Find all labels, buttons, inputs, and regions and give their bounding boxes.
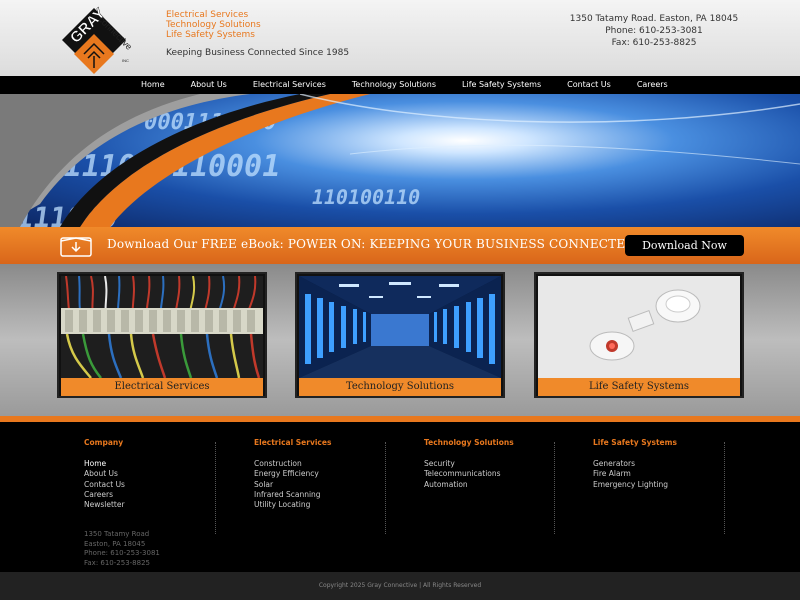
footer-col-company: Company Home About Us Contact Us Careers…: [84, 438, 234, 510]
footer-link-careers[interactable]: Careers: [84, 490, 234, 500]
footer-fax: Fax: 610-253-8825: [84, 558, 150, 567]
nav-life-safety-systems[interactable]: Life Safety Systems: [449, 76, 554, 94]
footer-col-life-safety: Life Safety Systems Generators Fire Alar…: [593, 438, 743, 490]
svg-text:INC: INC: [122, 58, 129, 63]
footer-link-fire-alarm[interactable]: Fire Alarm: [593, 469, 743, 479]
electrical-wiring-image: [61, 276, 263, 378]
gray-connective-logo[interactable]: GRAY connective INC: [58, 4, 150, 76]
footer-link-utility-locating[interactable]: Utility Locating: [254, 500, 404, 510]
footer-address-city: Easton, PA 18045: [84, 539, 146, 548]
copyright-bar: Copyright 2025 Gray Connective | All Rig…: [0, 572, 800, 600]
tagline-technology[interactable]: Technology Solutions: [166, 20, 261, 30]
card-life-safety-systems[interactable]: Life Safety Systems: [534, 272, 744, 398]
data-center-image: [299, 276, 501, 378]
header-contact: 1350 Tatamy Road. Easton, PA 18045 Phone…: [564, 13, 744, 49]
footer-link-security[interactable]: Security: [424, 459, 574, 469]
card-technology-solutions[interactable]: Technology Solutions: [295, 272, 505, 398]
footer-link-emergency-lighting[interactable]: Emergency Lighting: [593, 480, 743, 490]
footer-address-street: 1350 Tatamy Road: [84, 530, 150, 538]
footer-link-construction[interactable]: Construction: [254, 459, 404, 469]
header-address: 1350 Tatamy Road. Easton, PA 18045: [569, 14, 739, 24]
footer-divider: [215, 442, 216, 534]
footer-heading-life-safety[interactable]: Life Safety Systems: [593, 438, 743, 447]
footer-link-solar[interactable]: Solar: [254, 480, 404, 490]
footer-link-energy-efficiency[interactable]: Energy Efficiency: [254, 469, 404, 479]
footer-col-technology: Technology Solutions Security Telecommun…: [424, 438, 574, 490]
ebook-banner-text: Download Our FREE eBook: POWER ON: KEEPI…: [107, 237, 636, 251]
footer-divider: [385, 442, 386, 534]
footer-link-contact-us[interactable]: Contact Us: [84, 480, 234, 490]
main-nav: Home About Us Electrical Services Techno…: [0, 76, 800, 94]
tagline-life-safety[interactable]: Life Safety Systems: [166, 30, 261, 40]
footer-link-home[interactable]: Home: [84, 459, 234, 469]
site-header: GRAY connective INC Electrical Services …: [0, 0, 800, 76]
hero-banner: 0001110100 00111010110001 110100110 0011…: [0, 94, 800, 227]
card-label-electrical: Electrical Services: [61, 378, 263, 396]
footer-link-generators[interactable]: Generators: [593, 459, 743, 469]
footer-link-infrared-scanning[interactable]: Infrared Scanning: [254, 490, 404, 500]
hero-graphic: 0001110100 00111010110001 110100110 0011…: [0, 94, 800, 227]
nav-home[interactable]: Home: [128, 76, 178, 94]
nav-careers[interactable]: Careers: [624, 76, 681, 94]
footer-link-telecommunications[interactable]: Telecommunications: [424, 469, 574, 479]
download-now-button[interactable]: Download Now: [625, 235, 744, 256]
footer-phone: Phone: 610-253-3081: [84, 549, 160, 558]
card-label-life-safety: Life Safety Systems: [538, 378, 740, 396]
site-footer: Company Home About Us Contact Us Careers…: [0, 422, 800, 572]
footer-divider: [554, 442, 555, 534]
service-cards: Electrical Services Technology Solutions: [0, 264, 800, 416]
binary-row-3: 110100110: [310, 185, 423, 209]
footer-link-about-us[interactable]: About Us: [84, 469, 234, 479]
slogan: Keeping Business Connected Since 1985: [166, 48, 350, 58]
footer-divider: [724, 442, 725, 534]
header-fax: Fax: 610-253-8825: [611, 38, 697, 48]
header-phone: Phone: 610-253-3081: [605, 26, 703, 36]
nav-technology-solutions[interactable]: Technology Solutions: [339, 76, 449, 94]
card-electrical-services[interactable]: Electrical Services: [57, 272, 267, 398]
service-taglines: Electrical Services Technology Solutions…: [166, 10, 261, 40]
nav-contact-us[interactable]: Contact Us: [554, 76, 624, 94]
footer-col-electrical: Electrical Services Construction Energy …: [254, 438, 404, 510]
smoke-detector-image: [538, 276, 740, 378]
tagline-electrical[interactable]: Electrical Services: [166, 10, 261, 20]
footer-link-automation[interactable]: Automation: [424, 480, 574, 490]
card-label-technology: Technology Solutions: [299, 378, 501, 396]
footer-address: 1350 Tatamy Road Easton, PA 18045 Phone:…: [84, 530, 160, 568]
footer-link-newsletter[interactable]: Newsletter: [84, 500, 234, 510]
footer-heading-company: Company: [84, 438, 124, 447]
nav-electrical-services[interactable]: Electrical Services: [240, 76, 339, 94]
ebook-banner: Download Our FREE eBook: POWER ON: KEEPI…: [0, 227, 800, 264]
nav-about-us[interactable]: About Us: [178, 76, 240, 94]
footer-heading-technology[interactable]: Technology Solutions: [424, 438, 574, 447]
ebook-download-icon: [60, 237, 92, 257]
footer-heading-electrical[interactable]: Electrical Services: [254, 438, 404, 447]
